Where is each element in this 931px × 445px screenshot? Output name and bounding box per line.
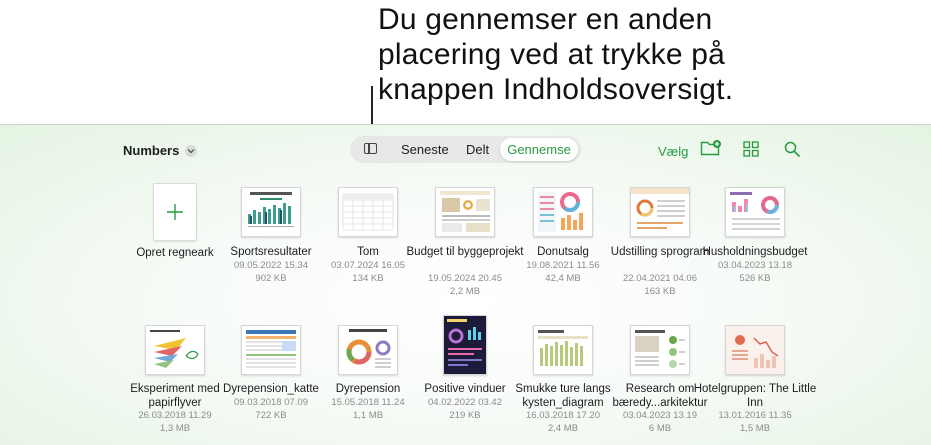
callout-text: Du gennemser en anden placering ved at t… — [378, 2, 798, 107]
file-date: 13.01.2016 11.35 — [718, 410, 792, 421]
file-thumbnail — [241, 187, 301, 237]
create-tile-card — [153, 183, 197, 241]
file-date: 03.04.2023 13.18 — [718, 260, 792, 271]
file-thumbnail — [630, 325, 690, 375]
chevron-down-icon — [185, 144, 198, 157]
file-thumbnail — [435, 187, 495, 237]
file-thumbnail — [725, 187, 785, 237]
file-thumbnail — [533, 187, 593, 237]
file-size: 526 KB — [739, 273, 771, 284]
search-icon[interactable] — [784, 141, 800, 162]
file-thumbnail — [533, 325, 593, 375]
file-thumbnail — [630, 187, 690, 237]
file-thumbnail — [145, 325, 205, 375]
new-folder-icon[interactable] — [700, 139, 722, 162]
document-browser: Numbers Seneste Delt Gennemse Vælg Opret… — [0, 124, 931, 445]
file-date: 19.08.2021 11.56 — [526, 260, 600, 271]
file-size: 1,3 MB — [159, 423, 191, 434]
file-size: 163 KB — [644, 286, 676, 297]
file-size: 2,2 MB — [449, 286, 481, 297]
tab-browse[interactable]: Gennemse — [500, 138, 578, 161]
callout-line-3: knappen Indholdsoversigt. — [378, 73, 734, 106]
file-thumbnail — [241, 325, 301, 375]
file-date: 03.07.2024 16.05 — [331, 260, 405, 271]
plus-icon — [167, 204, 183, 220]
location-label: Numbers — [123, 143, 180, 158]
file-thumbnail — [338, 325, 398, 375]
file-thumbnail — [725, 325, 785, 375]
file-thumbnail — [338, 187, 398, 237]
select-button[interactable]: Vælg — [658, 144, 688, 159]
view-segmented-control: Seneste Delt Gennemse — [350, 136, 581, 163]
tab-shared[interactable]: Delt — [466, 142, 489, 157]
callout-line-1: Du gennemser en anden — [378, 3, 713, 36]
grid-view-icon[interactable] — [743, 141, 759, 162]
tab-browse-label: Gennemse — [507, 142, 571, 157]
callout-line-2: placering ved at trykke på — [378, 38, 726, 71]
file-thumbnail — [443, 315, 487, 375]
sidebar-toggle-icon[interactable] — [364, 143, 377, 154]
tab-recent[interactable]: Seneste — [401, 142, 449, 157]
file-name: Hotelgruppen: The Little Inn — [693, 383, 817, 409]
file-size: 1,5 MB — [739, 423, 771, 434]
location-menu[interactable]: Numbers — [123, 143, 198, 158]
file-name: Husholdningsbudget — [702, 246, 808, 258]
